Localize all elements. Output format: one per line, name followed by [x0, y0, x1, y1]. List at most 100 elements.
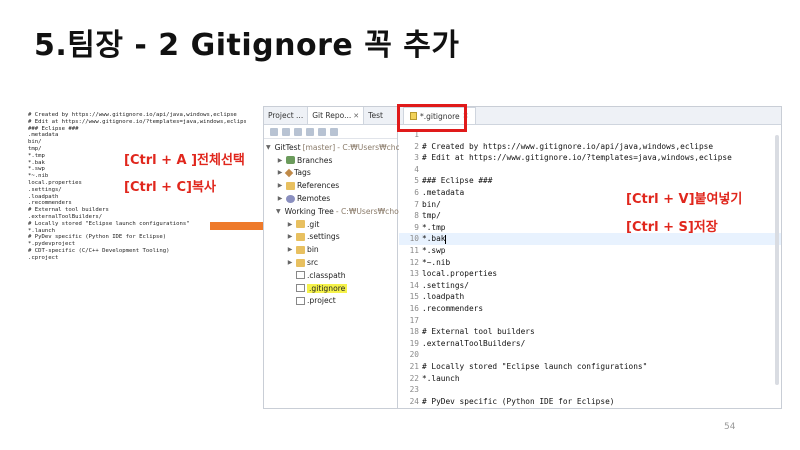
view-tabbar: Project ... Git Repo... ✕ Test [264, 107, 397, 125]
repo-tree: ▼ GitTest [master] - C:₩Users₩cho ▶ Bran… [264, 139, 403, 308]
tree-label: Branches [297, 155, 333, 165]
tree-item-src[interactable]: ▶ src [264, 256, 397, 269]
add-repo-icon[interactable] [294, 127, 302, 136]
tree-label: Remotes [297, 194, 331, 204]
text-line: bin/ [28, 139, 42, 146]
chevron-right-icon[interactable]: ▶ [276, 182, 284, 189]
tab-label: Project ... [268, 111, 304, 120]
code-text: # Edit at https://www.gitignore.io/?temp… [422, 153, 732, 163]
editor-tab-highlight-box [397, 104, 467, 132]
tree-label: Tags [294, 168, 311, 178]
code-line: 16 .recommenders [399, 303, 781, 315]
file-icon [296, 271, 305, 280]
tree-item-working-tree[interactable]: ▼ Working Tree - C:₩Users₩cholj [264, 205, 403, 218]
code-text: tmp/ [422, 211, 441, 221]
close-icon[interactable]: ✕ [353, 112, 359, 120]
code-text: .settings/ [422, 280, 469, 290]
tree-item-git[interactable]: ▶ .git [264, 218, 397, 231]
tree-item-tags[interactable]: ▶ Tags [264, 167, 397, 180]
line-number: 20 [409, 350, 419, 360]
repo-path: - C:₩Users₩cho [337, 142, 401, 152]
line-number: 15 [409, 292, 419, 302]
line-number: 7 [414, 199, 419, 209]
tree-label: Working Tree [284, 206, 334, 216]
code-line: 20 [399, 349, 781, 361]
tab-git-repositories[interactable]: Git Repo... ✕ [307, 107, 365, 124]
code-text: # Locally stored "Eclipse launch configu… [422, 362, 648, 371]
line-number: 12 [409, 257, 419, 267]
note-select-all: [Ctrl + A ]전체선택 [124, 153, 245, 168]
page-number: 54 [724, 422, 736, 432]
tree-label: bin [307, 245, 319, 255]
tree-item-settings[interactable]: ▶ .settings [264, 231, 397, 244]
tree-label: src [307, 258, 319, 268]
code-text: bin/ [422, 199, 441, 209]
tree-label-highlighted: .gitignore [307, 283, 348, 293]
line-number: 8 [414, 211, 419, 221]
view-toolbar [264, 125, 397, 139]
tree-item-references[interactable]: ▶ References [264, 179, 397, 192]
chevron-right-icon[interactable]: ▶ [286, 221, 294, 228]
text-line: ### Eclipse ### [28, 125, 79, 132]
create-repo-icon[interactable] [318, 127, 326, 136]
chevron-right-icon[interactable]: ▶ [286, 259, 294, 266]
text-line: # Edit at https://www.gitignore.io/?temp… [28, 118, 246, 125]
code-line: 13 local.properties [399, 268, 781, 280]
tab-project-explorer[interactable]: Project ... [264, 107, 307, 124]
line-number: 16 [409, 304, 419, 313]
code-text: *.swp [422, 246, 446, 255]
tree-item-project[interactable]: .project [264, 295, 397, 308]
link-icon[interactable] [282, 127, 290, 136]
branch-icon [286, 156, 295, 165]
repo-name: GitTest [274, 142, 301, 152]
line-number: 18 [409, 327, 419, 337]
text-line: # Created by https://www.gitignore.io/ap… [28, 112, 237, 118]
code-line: 25*.pydevproject [399, 407, 781, 408]
code-line: 5 ### Eclipse ### [399, 175, 781, 187]
folder-icon [296, 258, 305, 267]
tree-item-classpath[interactable]: .classpath [264, 269, 397, 282]
line-number: 17 [409, 315, 419, 325]
line-number: 3 [414, 153, 419, 163]
tab-test[interactable]: Test [364, 107, 387, 124]
tree-item-bin[interactable]: ▶ bin [264, 243, 397, 256]
chevron-down-icon[interactable]: ▼ [266, 144, 271, 151]
line-number: 5 [414, 176, 419, 186]
chevron-down-icon[interactable]: ▼ [276, 208, 281, 215]
code-text: # PyDev specific (Python IDE for Eclipse… [422, 396, 615, 406]
clone-icon[interactable] [306, 127, 314, 136]
line-number: 24 [409, 396, 419, 406]
chevron-right-icon[interactable]: ▶ [286, 233, 294, 240]
repo-node[interactable]: ▼ GitTest [master] - C:₩Users₩cho [264, 141, 401, 154]
view-menu-icon[interactable] [330, 127, 338, 136]
tree-item-branches[interactable]: ▶ Branches [264, 154, 397, 167]
line-number: 22 [409, 373, 419, 383]
tree-item-gitignore[interactable]: .gitignore [264, 282, 397, 295]
code-text: # Created by https://www.gitignore.io/ap… [422, 141, 714, 151]
chevron-right-icon[interactable]: ▶ [276, 169, 284, 176]
code-line: 19 .externalToolBuilders/ [399, 338, 781, 350]
vertical-scrollbar[interactable] [775, 135, 779, 385]
code-area[interactable]: 1 2 # Created by https://www.gitignore.io/… [399, 127, 781, 408]
line-number: 19 [409, 338, 419, 348]
code-text: *.tmp [422, 222, 446, 232]
line-number: 4 [414, 164, 419, 174]
text-line: # CDT-specific (C/C++ Development Toolin… [28, 247, 170, 254]
working-tree-path: - C:₩Users₩cholj [335, 206, 403, 216]
line-number: 21 [409, 362, 419, 371]
chevron-right-icon[interactable]: ▶ [276, 157, 284, 164]
tree-label: .git [307, 219, 320, 229]
note-save: [Ctrl + S]저장 [626, 220, 718, 235]
collapse-all-icon[interactable] [270, 127, 278, 136]
line-number: 10 [409, 234, 419, 244]
code-line: 18 # External tool builders [399, 326, 781, 338]
line-number: 6 [414, 188, 419, 197]
chevron-right-icon[interactable]: ▶ [286, 246, 294, 253]
chevron-right-icon[interactable]: ▶ [276, 195, 284, 202]
code-line: 15 .loadpath [399, 291, 781, 303]
code-text: *.bak [422, 234, 446, 244]
code-text: .loadpath [422, 292, 465, 302]
tree-item-remotes[interactable]: ▶ Remotes [264, 192, 397, 205]
line-number: 25 [399, 407, 419, 408]
folder-icon [296, 245, 305, 254]
